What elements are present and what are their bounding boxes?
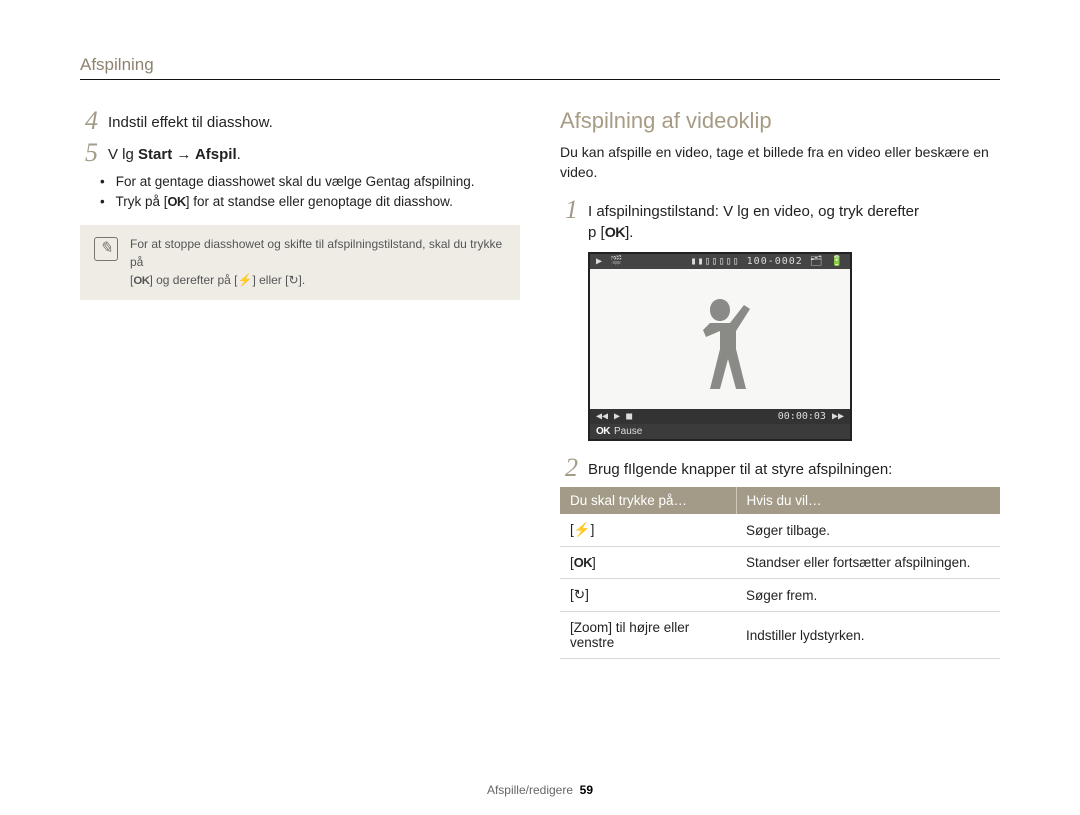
page-header-title: Afspilning bbox=[80, 55, 1000, 75]
table-cell-press: [Zoom] til højre eller venstre bbox=[560, 612, 736, 659]
bracket-close: ] bbox=[591, 522, 595, 537]
bullet-1-pre: For at gentage diasshowet skal du vælge bbox=[116, 174, 366, 189]
preview-controls-right: 00:00:03 ▶▶ bbox=[778, 411, 844, 422]
video-preview: ▶ 🎬 ▮▮▯▯▯▯▯ 100-0002 🗂 🔋 ◀◀ ▶ ■ 00:00:03… bbox=[588, 252, 852, 441]
zoom-label: Zoom bbox=[574, 620, 609, 635]
bullet-2-pre: Tryk på [ bbox=[116, 194, 168, 209]
ok-icon: OK bbox=[133, 275, 149, 287]
step-5-text: V lg Start → Afspil. bbox=[108, 140, 241, 166]
step-r1-line1: I afspilningstilstand: V lg en video, og… bbox=[588, 203, 919, 220]
step-5-bullets: For at gentage diasshowet skal du vælge … bbox=[80, 172, 520, 213]
table-cell-action: Søger tilbage. bbox=[736, 514, 1000, 547]
ok-icon: OK bbox=[605, 225, 625, 241]
person-silhouette-icon bbox=[685, 299, 755, 409]
bullet-1: For at gentage diasshowet skal du vælge … bbox=[112, 172, 520, 192]
intro-paragraph: Du kan afspille en video, tage et billed… bbox=[560, 142, 1000, 183]
controls-table: Du skal trykke på… Hvis du vil… [⚡] Søge… bbox=[560, 487, 1000, 659]
header-rule bbox=[80, 79, 1000, 80]
preview-caption: OK Pause bbox=[590, 424, 850, 439]
ok-icon: OK bbox=[168, 194, 186, 209]
page-footer: Afspille/redigere 59 bbox=[0, 783, 1080, 797]
table-cell-press: [↻] bbox=[560, 579, 736, 612]
bracket-close: ] bbox=[592, 555, 596, 570]
footer-section: Afspille/redigere bbox=[487, 783, 573, 797]
step-r2-text: Brug fIlgende knapper til at styre afspi… bbox=[588, 455, 892, 481]
step-number-5: 5 bbox=[80, 140, 98, 166]
table-row: [↻] Søger frem. bbox=[560, 579, 1000, 612]
table-cell-press: [OK] bbox=[560, 547, 736, 579]
table-header-action: Hvis du vil… bbox=[736, 487, 1000, 514]
step-r1-text: I afspilningstilstand: V lg en video, og… bbox=[588, 197, 919, 245]
bullet-1-bold: Gentag afspilning bbox=[366, 174, 471, 189]
preview-top-right: ▮▮▯▯▯▯▯ 100-0002 🗂 🔋 bbox=[690, 256, 844, 267]
preview-controls: ◀◀ ▶ ■ 00:00:03 ▶▶ bbox=[590, 409, 850, 424]
table-header-press: Du skal trykke på… bbox=[560, 487, 736, 514]
preview-top-left-icons: ▶ 🎬 bbox=[596, 256, 624, 267]
flash-icon: ⚡ bbox=[238, 273, 253, 287]
step-r1-prefix: p [ bbox=[588, 224, 605, 241]
preview-caption-text: Pause bbox=[614, 426, 642, 437]
note-icon: ✎ bbox=[94, 237, 118, 261]
step-r1: 1 I afspilningstilstand: V lg en video, … bbox=[560, 197, 1000, 245]
step-5: 5 V lg Start → Afspil. bbox=[80, 140, 520, 166]
left-column: 4 Indstil effekt til diasshow. 5 V lg St… bbox=[80, 108, 520, 659]
step-r2: 2 Brug fIlgende knapper til at styre afs… bbox=[560, 455, 1000, 481]
bullet-1-post: . bbox=[471, 174, 475, 189]
bullet-2-post: ] for at standse eller genoptage dit dia… bbox=[186, 194, 453, 209]
step-4: 4 Indstil effekt til diasshow. bbox=[80, 108, 520, 134]
bullet-2: Tryk på [OK] for at standse eller genopt… bbox=[112, 192, 520, 212]
note-line1: For at stoppe diasshowet og skifte til a… bbox=[130, 237, 502, 269]
table-cell-press: [⚡] bbox=[560, 514, 736, 547]
step-5-suffix: . bbox=[237, 146, 241, 163]
ok-icon: OK bbox=[574, 555, 592, 570]
preview-top-bar: ▶ 🎬 ▮▮▯▯▯▯▯ 100-0002 🗂 🔋 bbox=[590, 254, 850, 269]
footer-page-number: 59 bbox=[580, 783, 593, 797]
table-cell-action: Standser eller fortsætter afspilningen. bbox=[736, 547, 1000, 579]
note-text: For at stoppe diasshowet og skifte til a… bbox=[130, 235, 506, 290]
step-5-prefix: V lg bbox=[108, 146, 138, 163]
preview-controls-left: ◀◀ ▶ ■ bbox=[596, 411, 632, 422]
table-cell-action: Søger frem. bbox=[736, 579, 1000, 612]
page: Afspilning 4 Indstil effekt til diasshow… bbox=[0, 0, 1080, 815]
note-box: ✎ For at stoppe diasshowet og skifte til… bbox=[80, 225, 520, 300]
note-end: ]. bbox=[299, 273, 306, 287]
table-cell-action: Indstiller lydstyrken. bbox=[736, 612, 1000, 659]
table-row: [⚡] Søger tilbage. bbox=[560, 514, 1000, 547]
flash-icon: ⚡ bbox=[574, 522, 591, 537]
step-5-bold: Start → Afspil bbox=[138, 146, 237, 163]
bracket-close: ] bbox=[585, 587, 589, 602]
right-column: Afspilning af videoklip Du kan afspille … bbox=[560, 108, 1000, 659]
timer-icon: ↻ bbox=[288, 273, 298, 287]
step-number-4: 4 bbox=[80, 108, 98, 134]
section-heading: Afspilning af videoklip bbox=[560, 108, 1000, 134]
preview-body bbox=[590, 269, 850, 409]
timer-icon: ↻ bbox=[574, 587, 585, 602]
step-number-r2: 2 bbox=[560, 455, 578, 481]
step-r1-suffix: ]. bbox=[625, 224, 633, 241]
ok-icon: OK bbox=[596, 426, 610, 437]
step-number-r1: 1 bbox=[560, 197, 578, 223]
note-mid2: ] eller [ bbox=[252, 273, 288, 287]
note-mid: ] og derefter på [ bbox=[149, 273, 237, 287]
columns: 4 Indstil effekt til diasshow. 5 V lg St… bbox=[80, 108, 1000, 659]
table-row: [Zoom] til højre eller venstre Indstille… bbox=[560, 612, 1000, 659]
table-row: [OK] Standser eller fortsætter afspilnin… bbox=[560, 547, 1000, 579]
step-4-text: Indstil effekt til diasshow. bbox=[108, 108, 273, 134]
